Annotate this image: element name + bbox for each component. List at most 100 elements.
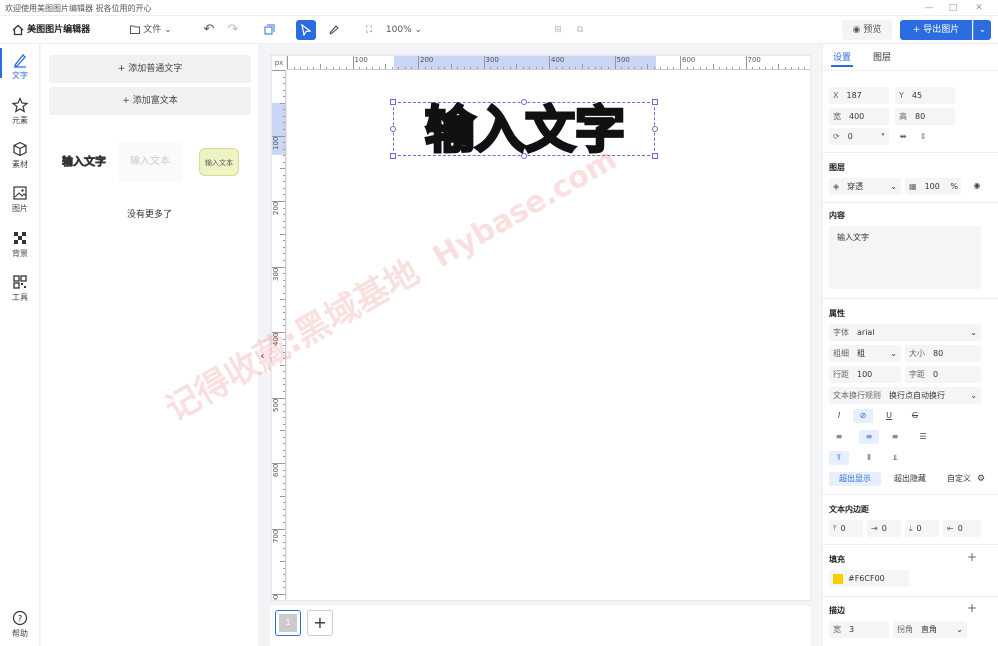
nav-item-elements[interactable]: 元素 (0, 97, 40, 126)
add-page-button[interactable]: + (307, 610, 333, 636)
overflow-hide-button[interactable]: 超出隐藏 (885, 472, 935, 486)
add-stroke-button[interactable]: + (967, 601, 977, 615)
resize-handle[interactable] (390, 99, 396, 105)
valign-bottom-icon[interactable]: ⫫ (885, 451, 905, 465)
canvas-text[interactable]: 输入文字 (394, 102, 656, 159)
overflow-custom-button[interactable]: 自定义 (939, 472, 979, 486)
align-icon[interactable]: ⊞ (550, 20, 566, 40)
align-justify-icon[interactable]: ☰ (913, 430, 933, 444)
fill-swatch[interactable] (833, 573, 843, 584)
close-icon[interactable]: ✕ (972, 2, 986, 14)
resize-handle[interactable] (652, 99, 658, 105)
nav-label: 图片 (12, 204, 28, 213)
add-rich-text-button[interactable]: + 添加富文本 (49, 87, 251, 115)
tab-settings[interactable]: 设置 (833, 50, 851, 63)
padding-left-field[interactable]: ⇤ 0 (943, 520, 981, 537)
underline-icon[interactable]: U (879, 409, 899, 423)
letter-spacing-field[interactable]: 字距 0 (905, 366, 981, 383)
ruler-tick (280, 299, 285, 301)
ruler-tick (283, 535, 285, 537)
flip-vertical-icon[interactable]: ⇳ (913, 130, 933, 144)
visibility-eye-icon[interactable]: ◉ (967, 179, 987, 193)
fit-screen-icon[interactable]: ⛶ (362, 20, 376, 40)
add-fill-button[interactable]: + (967, 550, 977, 564)
content-textarea[interactable]: 输入文字 (829, 226, 981, 289)
size-field[interactable]: 大小 80 (905, 345, 981, 362)
page-thumb[interactable]: 1 (275, 610, 301, 636)
stroke-width-field[interactable]: 宽3 (829, 621, 889, 638)
x-field[interactable]: X 187 (829, 87, 889, 104)
preset-light-gray[interactable]: 输入文本 (119, 142, 181, 182)
tab-layers[interactable]: 图层 (873, 50, 891, 63)
left-nav: 文字 元素 素材 图片 背景 工具 ? 帮助 (0, 44, 40, 646)
zoom-select[interactable]: 100% ⌄ (382, 20, 426, 40)
valign-middle-icon[interactable]: ⦀ (859, 451, 879, 465)
nav-label: 素材 (12, 160, 28, 169)
rotation-field[interactable]: ⟳ 0 ° (829, 128, 889, 145)
flip-horizontal-icon[interactable]: ⇹ (893, 130, 913, 144)
y-field[interactable]: Y 45 (895, 87, 955, 104)
opacity-field[interactable]: ▦ 100% (905, 178, 961, 195)
line-height-field[interactable]: 行距 100 (829, 366, 901, 383)
padding-bottom-icon: ⤓ (909, 524, 913, 533)
ruler-tick (283, 574, 285, 576)
resize-handle[interactable] (652, 126, 658, 132)
select-tool-button[interactable] (296, 20, 316, 40)
italic-icon[interactable]: I (829, 409, 849, 423)
resize-handle[interactable] (390, 126, 396, 132)
line-height-label: 行距 (833, 370, 849, 379)
maximize-icon[interactable]: □ (946, 2, 960, 14)
no-style-icon[interactable]: ⊘ (853, 409, 873, 423)
nav-item-images[interactable]: 图片 (0, 185, 40, 214)
fill-color-field[interactable]: #F6CF00 (829, 570, 909, 587)
canvas-page[interactable]: 输入文字 (287, 70, 810, 600)
add-plain-text-button[interactable]: + 添加普通文字 (49, 55, 251, 83)
brush-icon[interactable] (324, 20, 342, 40)
nav-item-text[interactable]: 文字 (0, 52, 40, 81)
resize-handle[interactable] (390, 153, 396, 159)
blend-mode-select[interactable]: ◈ 穿透 ⌄ (829, 178, 901, 195)
resize-handle[interactable] (652, 153, 658, 159)
preview-button[interactable]: ◉ 预览 (842, 20, 892, 40)
padding-right-field[interactable]: ⇥ 0 (867, 520, 901, 537)
copy-icon[interactable] (260, 20, 278, 40)
svg-text:?: ? (18, 615, 23, 625)
width-field[interactable]: 宽 400 (829, 108, 889, 125)
nav-item-background[interactable]: 背景 (0, 230, 40, 259)
padding-top-field[interactable]: ⤒ 0 (829, 520, 863, 537)
ruler-tick (280, 364, 285, 366)
corner-select[interactable]: 拐角 直角 ⌄ (893, 621, 967, 638)
strikethrough-icon[interactable]: G (905, 409, 925, 423)
undo-icon[interactable]: ↶ (200, 20, 218, 40)
file-menu[interactable]: 文件 ⌄ (128, 20, 174, 40)
minimize-icon[interactable]: — (922, 2, 936, 14)
y-value: 45 (911, 91, 923, 100)
overflow-show-button[interactable]: 超出显示 (829, 472, 881, 486)
collapse-panel-button[interactable]: ‹ (256, 342, 269, 372)
preset-bold-yellow[interactable]: 输入文字 (53, 142, 115, 182)
padding-top-value: 0 (840, 524, 846, 533)
redo-icon[interactable]: ↷ (224, 20, 242, 40)
nav-item-tools[interactable]: 工具 (0, 274, 40, 303)
align-center-icon[interactable]: ≡ (859, 430, 879, 444)
nav-item-materials[interactable]: 素材 (0, 141, 40, 170)
valign-top-icon[interactable]: ⫪ (829, 451, 849, 465)
height-field[interactable]: 高 80 (895, 108, 955, 125)
padding-bottom-field[interactable]: ⤓ 0 (905, 520, 939, 537)
align-right-icon[interactable]: ≡ (885, 430, 905, 444)
preset-badge[interactable]: 输入文本 (199, 148, 239, 176)
rotate-handle[interactable] (521, 153, 527, 159)
font-select[interactable]: 字体 arial ⌄ (829, 324, 981, 341)
zoom-value: 100% (385, 25, 412, 35)
weight-select[interactable]: 粗细粗 ⌄ (829, 345, 901, 362)
nav-item-help[interactable]: ? 帮助 (0, 610, 40, 639)
star-icon (12, 97, 28, 113)
selection-box[interactable]: 输入文字 (393, 102, 656, 159)
export-button[interactable]: + 导出图片 (900, 20, 972, 40)
group-icon[interactable]: ⧉ (572, 20, 588, 40)
settings-gear-icon[interactable]: ⚙ (977, 472, 985, 486)
resize-handle[interactable] (521, 99, 527, 105)
align-left-icon[interactable]: ≡ (829, 430, 849, 444)
wrap-rule-select[interactable]: 文本换行规则 换行点自动换行 ⌄ (829, 387, 981, 404)
export-dropdown-icon[interactable]: ⌄ (973, 20, 991, 40)
